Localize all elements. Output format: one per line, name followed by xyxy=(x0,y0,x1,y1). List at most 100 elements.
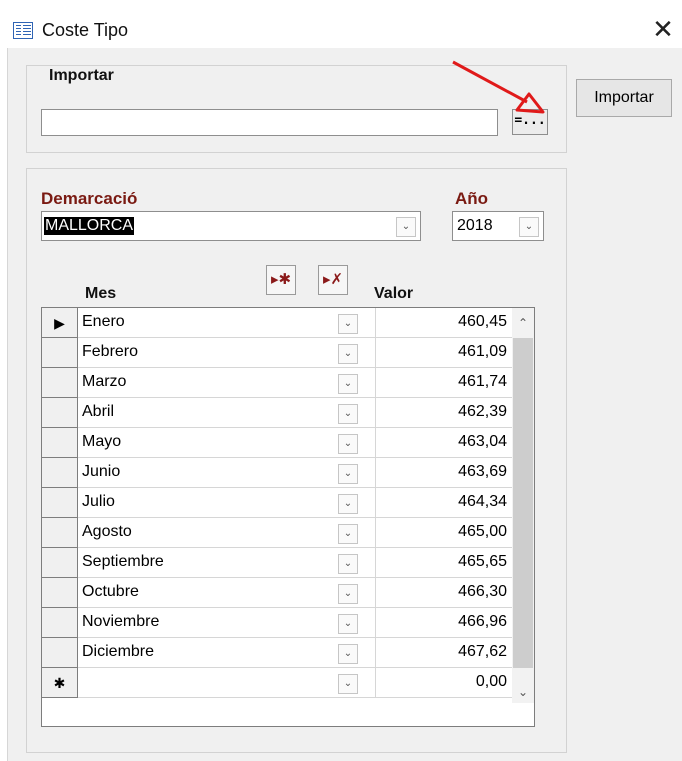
table-row[interactable]: Junio ⌄ 463,69 xyxy=(42,458,512,488)
row-selector[interactable] xyxy=(42,338,78,368)
row-selector[interactable] xyxy=(42,608,78,638)
table-row[interactable]: Febrero ⌄ 461,09 xyxy=(42,338,512,368)
mes-cell[interactable]: Enero ⌄ xyxy=(78,308,376,338)
valor-cell[interactable]: 0,00 xyxy=(376,668,512,698)
row-selector[interactable] xyxy=(42,458,78,488)
mes-value: Mayo xyxy=(82,433,122,450)
row-selector[interactable] xyxy=(42,548,78,578)
mes-cell[interactable]: Febrero ⌄ xyxy=(78,338,376,368)
mes-cell[interactable]: Mayo ⌄ xyxy=(78,428,376,458)
row-selector[interactable]: ✱ xyxy=(42,668,78,698)
mes-cell[interactable]: Agosto ⌄ xyxy=(78,518,376,548)
import-path-input[interactable] xyxy=(41,109,498,136)
chevron-down-icon[interactable]: ⌄ xyxy=(338,434,358,454)
chevron-down-icon[interactable]: ⌄ xyxy=(338,554,358,574)
demarcacion-combo[interactable]: MALLORCA ⌄ xyxy=(41,211,421,241)
valor-cell[interactable]: 467,62 xyxy=(376,638,512,668)
mes-cell[interactable]: Julio ⌄ xyxy=(78,488,376,518)
mes-value: Diciembre xyxy=(82,643,155,660)
mes-cell[interactable]: Octubre ⌄ xyxy=(78,578,376,608)
valor-cell[interactable]: 466,30 xyxy=(376,578,512,608)
mes-cell[interactable]: Junio ⌄ xyxy=(78,458,376,488)
anio-label: Año xyxy=(455,189,489,208)
table-row[interactable]: Julio ⌄ 464,34 xyxy=(42,488,512,518)
mes-cell[interactable]: ⌄ xyxy=(78,668,376,698)
chevron-down-icon[interactable]: ⌄ xyxy=(338,464,358,484)
table-row[interactable]: Diciembre ⌄ 467,62 xyxy=(42,638,512,668)
mes-value: Octubre xyxy=(82,583,139,600)
valor-cell[interactable]: 460,45 xyxy=(376,308,512,338)
table-row[interactable]: Agosto ⌄ 465,00 xyxy=(42,518,512,548)
valor-cell[interactable]: 461,74 xyxy=(376,368,512,398)
table-row[interactable]: Mayo ⌄ 463,04 xyxy=(42,428,512,458)
valor-cell[interactable]: 463,69 xyxy=(376,458,512,488)
delete-record-button[interactable]: ▸✗ xyxy=(318,265,348,295)
scroll-up-icon[interactable]: ⌃ xyxy=(512,312,534,334)
table-row[interactable]: Septiembre ⌄ 465,65 xyxy=(42,548,512,578)
chevron-down-icon[interactable]: ⌄ xyxy=(338,374,358,394)
demarcacion-value: MALLORCA xyxy=(44,217,135,235)
chevron-down-icon[interactable]: ⌄ xyxy=(338,314,358,334)
mes-value: Noviembre xyxy=(82,613,160,630)
mes-cell[interactable]: Diciembre ⌄ xyxy=(78,638,376,668)
mes-value: Abril xyxy=(82,403,115,420)
row-selector[interactable] xyxy=(42,518,78,548)
chevron-down-icon[interactable]: ⌄ xyxy=(338,494,358,514)
mes-value: Septiembre xyxy=(82,553,164,570)
mes-cell[interactable]: Abril ⌄ xyxy=(78,398,376,428)
scroll-down-icon[interactable]: ⌄ xyxy=(512,681,534,703)
anio-combo[interactable]: 2018 ⌄ xyxy=(452,211,544,241)
mes-cell[interactable]: Marzo ⌄ xyxy=(78,368,376,398)
valor-cell[interactable]: 465,00 xyxy=(376,518,512,548)
chevron-down-icon[interactable]: ⌄ xyxy=(338,674,358,694)
new-record-icon: ▸✱ xyxy=(270,271,292,288)
annotation-arrow xyxy=(452,60,545,114)
mes-value: Junio xyxy=(82,463,121,480)
valor-cell[interactable]: 461,09 xyxy=(376,338,512,368)
chevron-down-icon[interactable]: ⌄ xyxy=(338,404,358,424)
chevron-down-icon[interactable]: ⌄ xyxy=(519,217,539,237)
table-row[interactable]: Noviembre ⌄ 466,96 xyxy=(42,608,512,638)
chevron-down-icon[interactable]: ⌄ xyxy=(338,644,358,664)
row-selector[interactable] xyxy=(42,428,78,458)
title-bar: Coste Tipo ✕ xyxy=(0,0,682,48)
import-group: Importar =... xyxy=(26,60,567,153)
valor-cell[interactable]: 464,34 xyxy=(376,488,512,518)
table-row[interactable]: ✱ ⌄ 0,00 xyxy=(42,668,512,698)
data-group: Demarcació MALLORCA ⌄ Año 2018 ⌄ ▸✱ ▸✗ M… xyxy=(26,168,567,753)
vertical-scrollbar[interactable]: ⌃ ⌄ xyxy=(512,308,534,703)
valor-cell[interactable]: 465,65 xyxy=(376,548,512,578)
row-selector[interactable]: ▶ xyxy=(42,308,78,338)
scrollbar-thumb[interactable] xyxy=(513,338,533,668)
row-selector[interactable] xyxy=(42,638,78,668)
import-label: Importar xyxy=(49,67,114,84)
row-selector[interactable] xyxy=(42,368,78,398)
delete-record-icon: ▸✗ xyxy=(322,271,344,288)
mes-value: Julio xyxy=(82,493,115,510)
form-icon xyxy=(13,22,33,39)
mes-cell[interactable]: Septiembre ⌄ xyxy=(78,548,376,578)
row-selector[interactable] xyxy=(42,398,78,428)
chevron-down-icon[interactable]: ⌄ xyxy=(338,614,358,634)
column-header-mes: Mes xyxy=(85,285,117,302)
table-row[interactable]: Octubre ⌄ 466,30 xyxy=(42,578,512,608)
close-button[interactable]: ✕ xyxy=(646,12,680,46)
chevron-down-icon[interactable]: ⌄ xyxy=(338,584,358,604)
chevron-down-icon[interactable]: ⌄ xyxy=(396,217,416,237)
chevron-down-icon[interactable]: ⌄ xyxy=(338,344,358,364)
import-button[interactable]: Importar xyxy=(576,79,672,117)
chevron-down-icon[interactable]: ⌄ xyxy=(338,524,358,544)
valor-cell[interactable]: 466,96 xyxy=(376,608,512,638)
row-selector[interactable] xyxy=(42,488,78,518)
new-record-button[interactable]: ▸✱ xyxy=(266,265,296,295)
table-row[interactable]: Marzo ⌄ 461,74 xyxy=(42,368,512,398)
mes-value: Enero xyxy=(82,313,125,330)
mes-value: Febrero xyxy=(82,343,139,360)
table-row[interactable]: Abril ⌄ 462,39 xyxy=(42,398,512,428)
valor-cell[interactable]: 462,39 xyxy=(376,398,512,428)
mes-cell[interactable]: Noviembre ⌄ xyxy=(78,608,376,638)
valor-cell[interactable]: 463,04 xyxy=(376,428,512,458)
column-header-valor: Valor xyxy=(374,285,414,302)
table-row[interactable]: ▶ Enero ⌄ 460,45 xyxy=(42,308,512,338)
row-selector[interactable] xyxy=(42,578,78,608)
